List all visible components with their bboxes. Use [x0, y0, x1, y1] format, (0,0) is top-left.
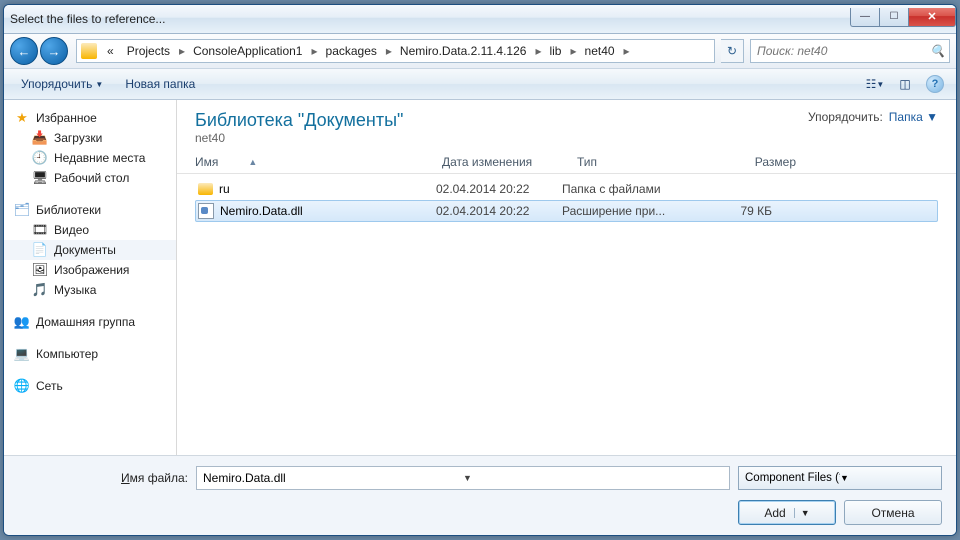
chevron-down-icon[interactable]: ▼ [794, 508, 810, 518]
dialog-body: ★Избранное 📥Загрузки 🕘Недавние места 🖥Ра… [4, 100, 956, 455]
sidebar-item-music[interactable]: 🎵Музыка [4, 280, 176, 300]
titlebar[interactable]: Select the files to reference... — ☐ ✕ [4, 5, 956, 34]
chevron-right-icon: ▸ [309, 44, 319, 58]
preview-pane-button[interactable]: ◫ [892, 72, 918, 96]
sidebar-item-pictures[interactable]: 🖼Изображения [4, 260, 176, 280]
file-dialog-window: Select the files to reference... — ☐ ✕ ←… [3, 4, 957, 536]
file-row-folder[interactable]: ru 02.04.2014 20:22 Папка с файлами [195, 178, 938, 200]
arrange-by: Упорядочить: Папка ▼ [808, 110, 938, 124]
col-date[interactable]: Дата изменения [442, 155, 577, 169]
back-button[interactable]: ← [10, 37, 38, 65]
sidebar-item-downloads[interactable]: 📥Загрузки [4, 128, 176, 148]
breadcrumb-seg[interactable]: Projects [121, 40, 177, 62]
recent-icon: 🕘 [32, 150, 48, 166]
chevron-right-icon: ▸ [177, 44, 187, 58]
search-icon[interactable]: 🔍 [930, 44, 945, 58]
sidebar-item-documents[interactable]: 📄Документы [4, 240, 176, 260]
library-subtitle: net40 [195, 131, 808, 145]
folder-icon [81, 43, 97, 59]
breadcrumb-seg[interactable]: ConsoleApplication1 [187, 40, 309, 62]
sidebar-favorites-header[interactable]: ★Избранное [4, 108, 176, 128]
organize-menu[interactable]: Упорядочить▼ [12, 73, 112, 95]
video-icon: 🎞 [32, 222, 48, 238]
maximize-button[interactable]: ☐ [879, 8, 909, 27]
sidebar-libraries-header[interactable]: 🗂Библиотеки [4, 200, 176, 220]
help-icon: ? [926, 75, 944, 93]
chevron-right-icon: ▸ [568, 44, 578, 58]
computer-icon: 💻 [14, 346, 30, 362]
search-box[interactable]: 🔍 [750, 39, 950, 63]
sidebar-computer[interactable]: 💻Компьютер [4, 344, 176, 364]
sort-asc-icon: ▲ [248, 157, 257, 167]
sidebar-item-videos[interactable]: 🎞Видео [4, 220, 176, 240]
chevron-right-icon: ▸ [533, 44, 543, 58]
close-button[interactable]: ✕ [909, 8, 956, 27]
filename-row: Имя файла: Nemiro.Data.dll▼ Component Fi… [18, 466, 942, 490]
breadcrumb-seg[interactable]: net40 [579, 40, 622, 62]
folder-icon [198, 183, 213, 195]
homegroup-icon: 👥 [14, 314, 30, 330]
chevron-down-icon: ▼ [840, 473, 935, 483]
chevron-down-icon: ▼ [95, 80, 103, 89]
cancel-button[interactable]: Отмена [844, 500, 942, 525]
chevron-right-icon: ▸ [622, 44, 632, 58]
filetype-filter[interactable]: Component Files (*.dll;*.tlb;*.ol▼ [738, 466, 942, 490]
sidebar-item-recent[interactable]: 🕘Недавние места [4, 148, 176, 168]
column-headers: Имя▲ Дата изменения Тип Размер [177, 151, 956, 174]
breadcrumb-seg[interactable]: lib [543, 40, 568, 62]
pictures-icon: 🖼 [32, 262, 48, 278]
chevron-down-icon[interactable]: ▼ [463, 473, 723, 483]
nav-buttons: ← → [10, 37, 70, 65]
sidebar-network[interactable]: 🌐Сеть [4, 376, 176, 396]
file-list[interactable]: ru 02.04.2014 20:22 Папка с файлами Nemi… [177, 174, 956, 455]
sidebar: ★Избранное 📥Загрузки 🕘Недавние места 🖥Ра… [4, 100, 177, 455]
downloads-icon: 📥 [32, 130, 48, 146]
sidebar-homegroup[interactable]: 👥Домашняя группа [4, 312, 176, 332]
refresh-button[interactable]: ↻ [721, 39, 744, 63]
toolbar: Упорядочить▼ Новая папка ☷ ▼ ◫ ? [4, 69, 956, 100]
dll-icon [198, 203, 214, 219]
view-mode-button[interactable]: ☷ ▼ [862, 72, 888, 96]
breadcrumb[interactable]: « Projects▸ ConsoleApplication1▸ package… [76, 39, 715, 63]
library-header: Библиотека "Документы" net40 Упорядочить… [177, 100, 956, 151]
filename-label: Имя файла: [18, 471, 188, 485]
col-name[interactable]: Имя▲ [195, 155, 442, 169]
button-row: Add▼ Отмена [18, 500, 942, 525]
nav-row: ← → « Projects▸ ConsoleApplication1▸ pac… [4, 34, 956, 69]
library-icon: 🗂 [14, 202, 30, 218]
help-button[interactable]: ? [922, 72, 948, 96]
network-icon: 🌐 [14, 378, 30, 394]
minimize-button[interactable]: — [850, 8, 879, 27]
main-pane: Библиотека "Документы" net40 Упорядочить… [177, 100, 956, 455]
col-size[interactable]: Размер [716, 155, 805, 169]
library-title: Библиотека "Документы" [195, 110, 808, 131]
music-icon: 🎵 [32, 282, 48, 298]
new-folder-button[interactable]: Новая папка [116, 73, 204, 95]
search-input[interactable] [755, 43, 930, 59]
add-button[interactable]: Add▼ [738, 500, 836, 525]
breadcrumb-seg[interactable]: packages [320, 40, 384, 62]
window-title: Select the files to reference... [10, 12, 850, 26]
col-type[interactable]: Тип [577, 155, 716, 169]
arrange-by-link[interactable]: Папка ▼ [889, 110, 938, 124]
star-icon: ★ [14, 110, 30, 126]
desktop-icon: 🖥 [32, 170, 48, 186]
file-row-dll[interactable]: Nemiro.Data.dll 02.04.2014 20:22 Расшире… [195, 200, 938, 222]
sidebar-item-desktop[interactable]: 🖥Рабочий стол [4, 168, 176, 188]
chevron-right-icon: ▸ [384, 44, 394, 58]
breadcrumb-seg[interactable]: Nemiro.Data.2.11.4.126 [394, 40, 534, 62]
forward-button[interactable]: → [40, 37, 68, 65]
bottom-pane: Имя файла: Nemiro.Data.dll▼ Component Fi… [4, 455, 956, 535]
filename-input[interactable]: Nemiro.Data.dll▼ [196, 466, 730, 490]
breadcrumb-prefix[interactable]: « [101, 40, 121, 62]
documents-icon: 📄 [32, 242, 48, 258]
